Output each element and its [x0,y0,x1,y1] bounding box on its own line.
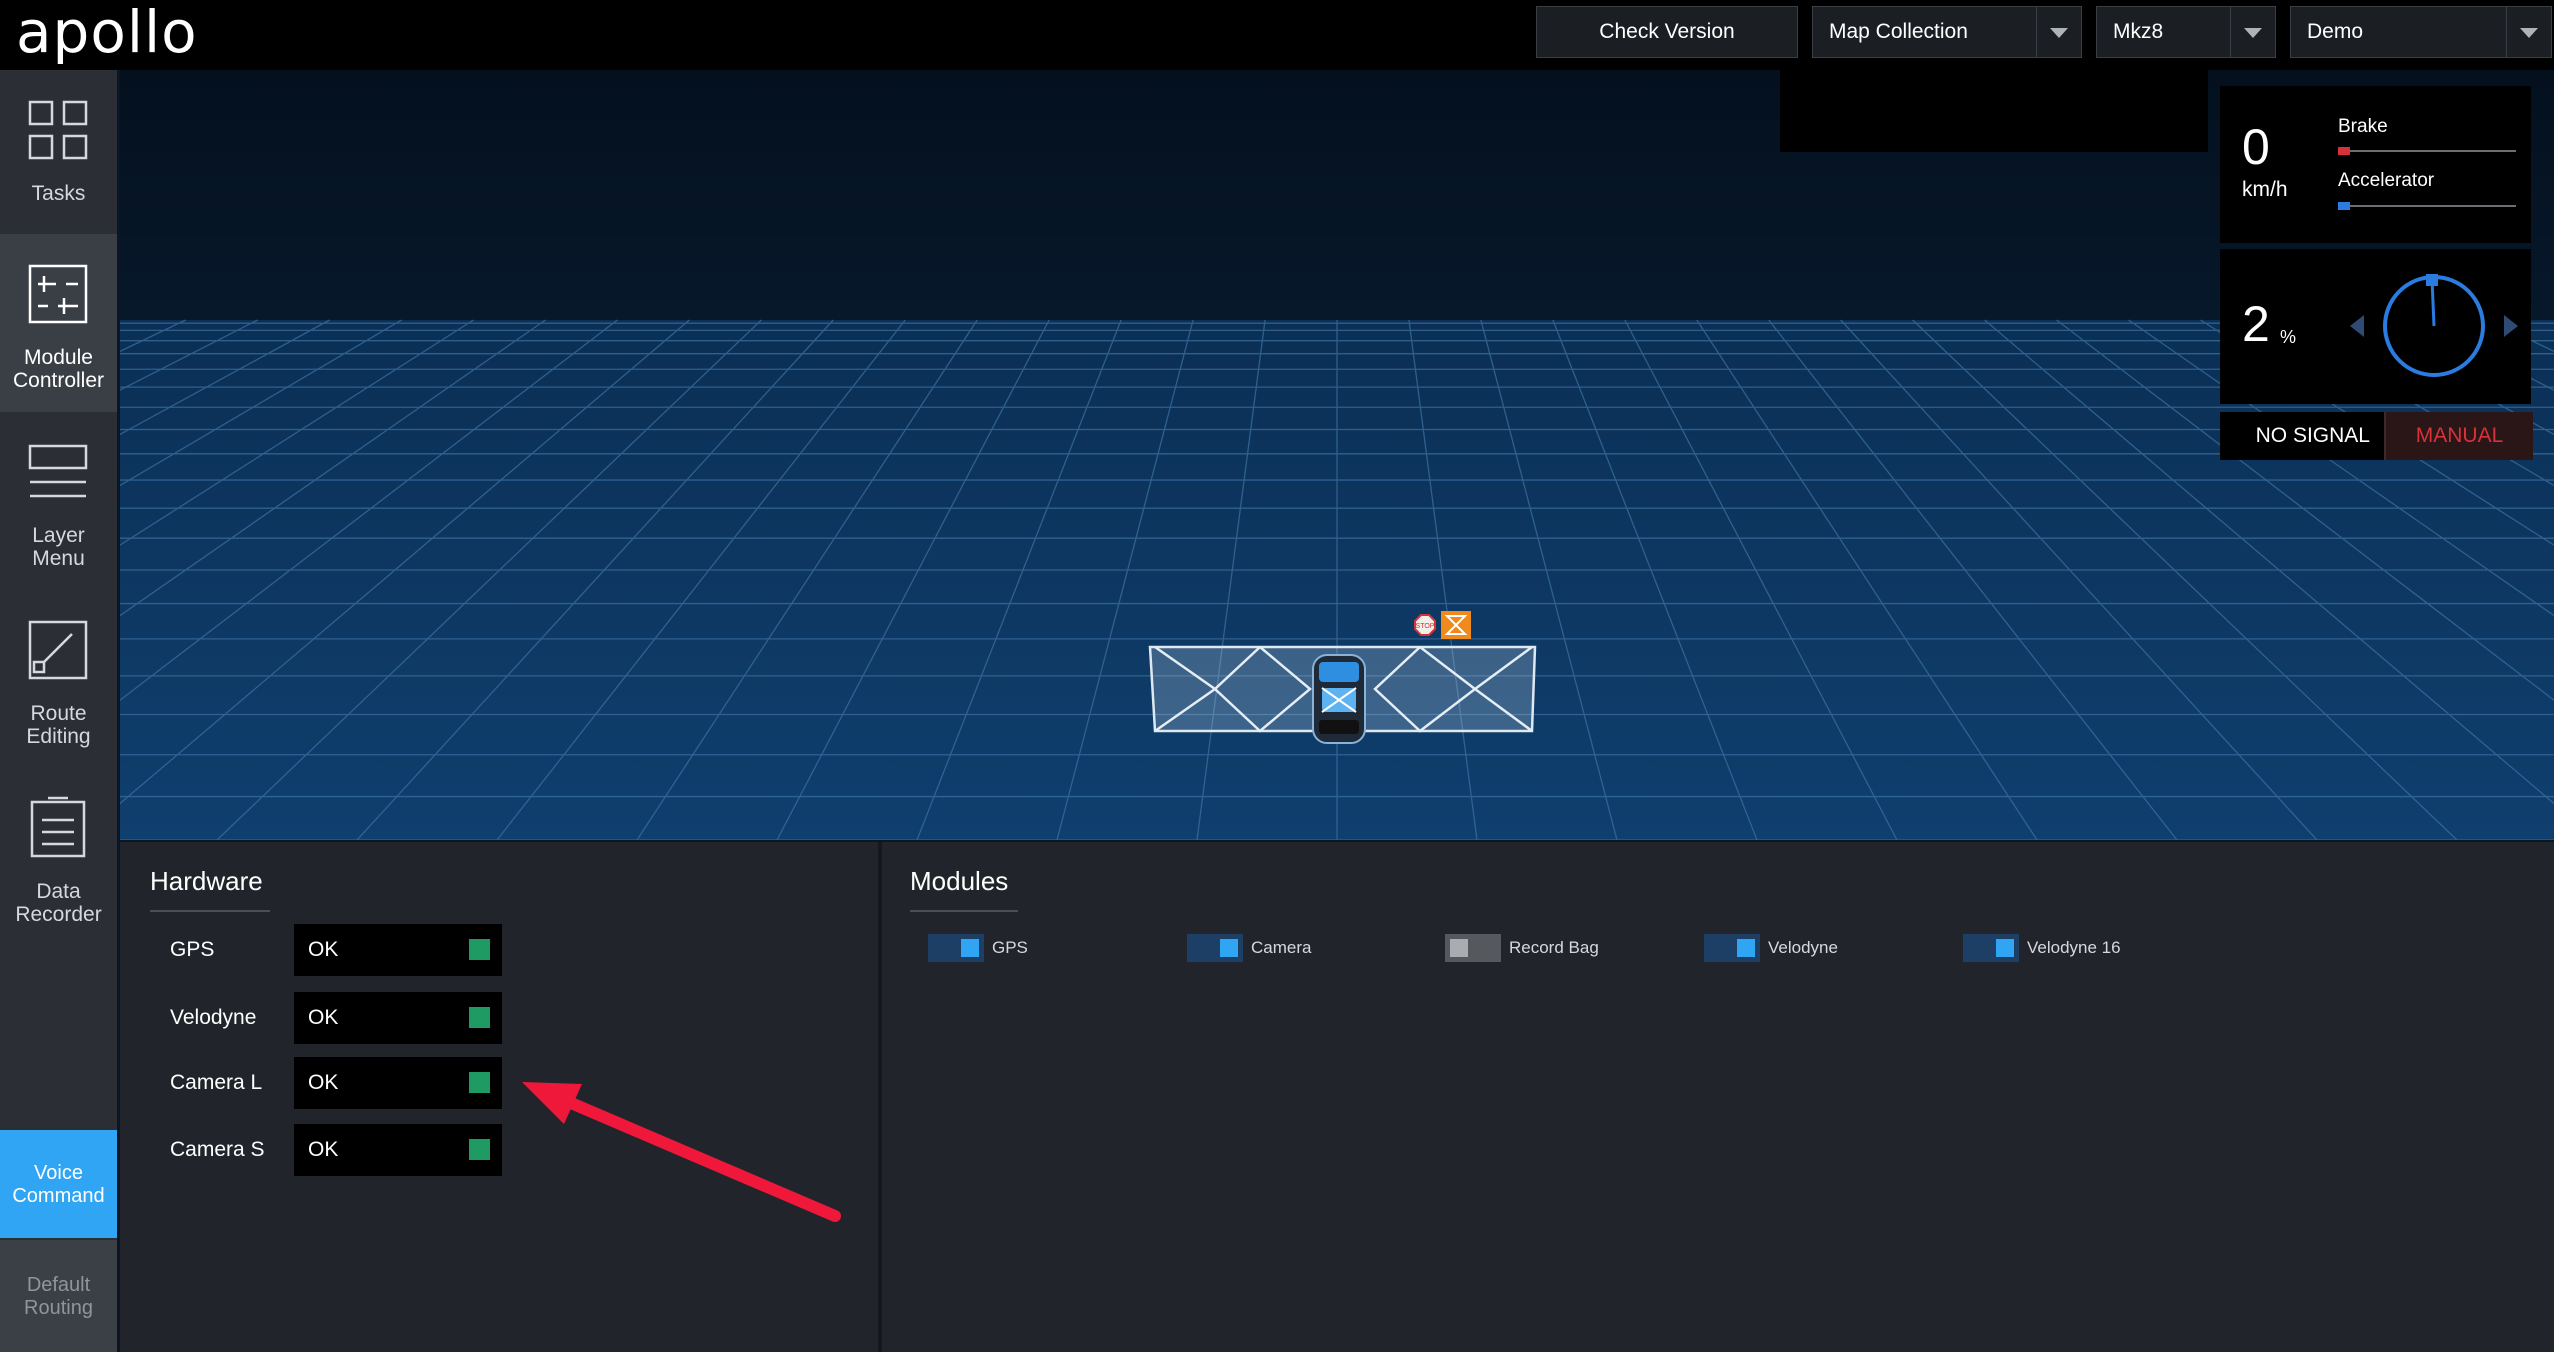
hardware-status-text: OK [308,1071,339,1094]
status-led-icon [469,1139,490,1160]
check-version-label: Check Version [1599,20,1735,43]
hardware-name: GPS [170,938,215,961]
hardware-status-text: OK [308,1138,339,1161]
hourglass-icon [1441,611,1471,639]
module-label: Velodyne 16 [2027,938,2121,957]
chevron-down-icon [2230,7,2275,57]
sidebar-item-tasks[interactable]: Tasks [0,70,117,248]
info-overlay [1780,70,2208,152]
brake-bar [2338,147,2516,155]
module-label: Camera [1251,938,1312,957]
sidebar-item-route-editing[interactable]: Route Editing [0,590,117,768]
brake-label: Brake [2338,116,2388,137]
brake-bar-fill [2338,147,2350,155]
sidebar-item-label: Data Recorder [15,880,102,926]
modules-title-underline [910,910,1018,912]
toggle-knob [1220,939,1238,957]
map-select[interactable]: Demo [2290,6,2552,58]
turn-left-icon [2350,315,2364,337]
sidebar-item-label: Route Editing [26,702,91,748]
toggle-knob [1737,939,1755,957]
mode-select[interactable]: Map Collection [1812,6,2082,58]
stop-sign-icon: STOP [1414,614,1436,636]
speed-unit: km/h [2242,178,2288,201]
turn-right-icon [2504,315,2518,337]
top-bar: apollo Check Version Map Collection Mkz8… [0,0,2554,70]
hardware-title: Hardware [150,866,263,896]
status-led-icon [469,1007,490,1028]
check-version-button[interactable]: Check Version [1536,6,1798,58]
hardware-status-text: OK [308,1006,339,1029]
sidebar-item-label: Tasks [31,182,86,205]
steering-panel: 2 % [2220,249,2531,404]
sidebar-item-label: Module Controller [12,346,105,392]
default-routing-button[interactable]: Default Routing [0,1240,117,1352]
steering-wheel-icon [2350,274,2518,377]
ego-vehicle [1312,654,1366,744]
apollo-logo: apollo [16,0,198,66]
module-toggle-camera[interactable] [1187,934,1243,962]
accelerator-label: Accelerator [2338,170,2435,191]
hardware-status: OK [294,1057,502,1109]
hardware-name: Velodyne [170,1006,257,1029]
hardware-name: Camera S [170,1138,265,1161]
sidebar-item-label: Layer Menu [32,524,85,570]
module-controller-icon [28,264,88,324]
module-label: Velodyne [1768,938,1838,957]
module-toggle-velodyne-16[interactable] [1963,934,2019,962]
module-label: GPS [992,938,1028,957]
hardware-status: OK [294,924,502,976]
module-toggle-record-bag[interactable] [1445,934,1501,962]
speed-panel: 0 km/h Brake Accelerator [2220,86,2531,243]
modules-title: Modules [910,866,1009,896]
sidebar-item-data-recorder[interactable]: Data Recorder [0,768,117,946]
mode-select-value: Map Collection [1829,20,1968,43]
module-label: Record Bag [1509,938,1599,957]
hardware-panel: Hardware GPS OK Velodyne OK Camera L OK … [120,842,878,1352]
hardware-status-text: OK [308,938,339,961]
chevron-down-icon [2036,7,2081,57]
driving-mode-status: MANUAL [2384,412,2533,460]
route-editing-icon [28,620,88,680]
toggle-knob [1450,939,1468,957]
vehicle-select-value: Mkz8 [2113,20,2164,43]
sidebar: Tasks Module Controller Layer Menu Route… [0,70,117,1352]
layer-menu-icon [28,444,88,498]
steering-unit: % [2280,327,2297,347]
data-recorder-icon [30,796,86,858]
hardware-status: OK [294,992,502,1044]
steering-value: 2 [2242,296,2270,352]
accelerator-bar-fill [2338,202,2350,210]
hardware-name: Camera L [170,1071,263,1094]
sidebar-item-module-controller[interactable]: Module Controller [0,234,117,412]
sidebar-item-layer-menu[interactable]: Layer Menu [0,412,117,590]
modules-panel: Modules GPS Camera Record Bag Velodyne V… [882,842,2554,1352]
toggle-knob [1996,939,2014,957]
annotation-arrow-icon [522,1082,841,1222]
speed-value: 0 [2242,119,2270,175]
hardware-title-underline [150,910,270,912]
hardware-row-velodyne: Velodyne OK [120,992,878,1044]
signal-panel: NO SIGNAL MANUAL [2220,412,2533,460]
hardware-status: OK [294,1124,502,1176]
voice-command-button[interactable]: Voice Command [0,1130,117,1238]
turn-signal-status: NO SIGNAL [2255,424,2370,447]
module-toggle-velodyne[interactable] [1704,934,1760,962]
chevron-down-icon [2506,7,2551,57]
module-toggle-gps[interactable] [928,934,984,962]
accelerator-bar [2338,202,2516,210]
hardware-row-gps: GPS OK [120,924,878,976]
stop-sign-text: STOP [1416,623,1435,630]
toggle-knob [961,939,979,957]
tasks-icon [28,100,88,160]
vehicle-select[interactable]: Mkz8 [2096,6,2276,58]
scene-view[interactable]: STOP [120,70,2554,840]
status-led-icon [469,939,490,960]
status-led-icon [469,1072,490,1093]
map-select-value: Demo [2307,20,2364,43]
